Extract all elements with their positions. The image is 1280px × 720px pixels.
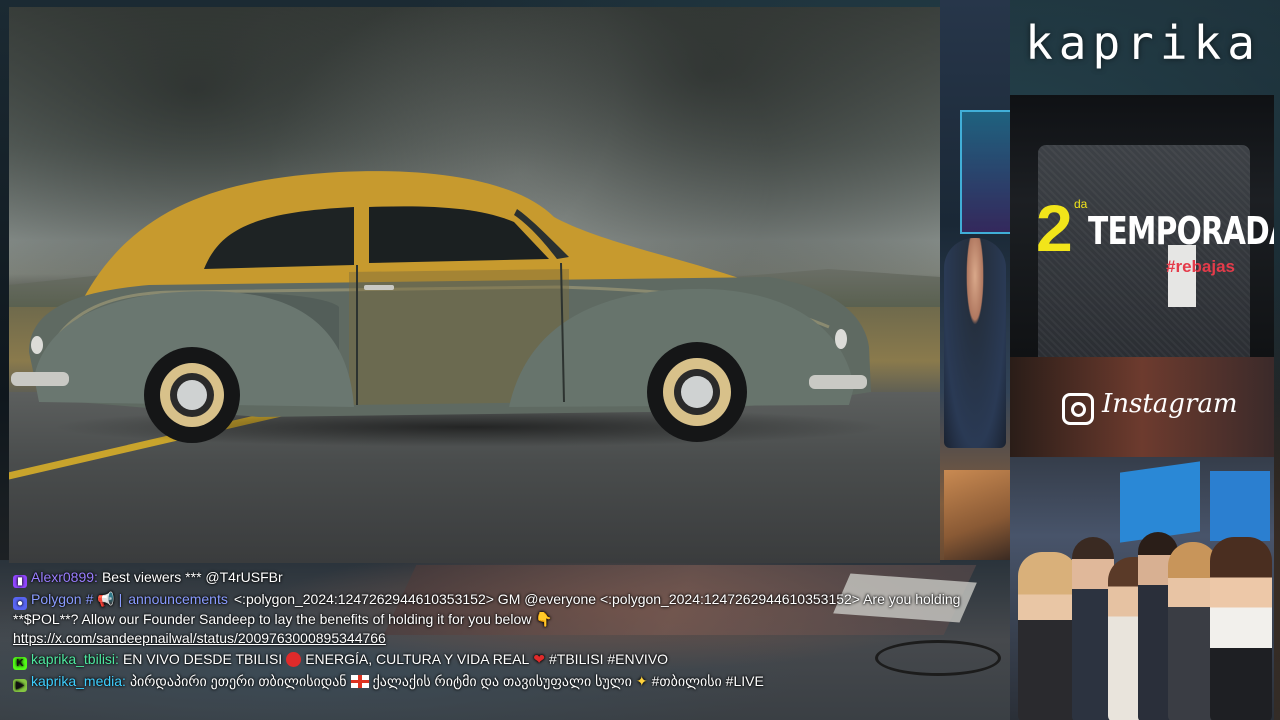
pointing-down-emoji: 👇 [535,611,553,627]
rumble-icon: ▶ [13,679,27,692]
instagram-icon [1062,393,1094,425]
instagram-panel[interactable]: Instagram [1010,357,1274,457]
chat-overlay: ▮ Alexr0899: Best viewers *** @T4rUSFBr ● P… [13,568,1003,694]
georgia-flag-icon [350,675,369,688]
background-figure-lower [944,470,1010,560]
main-video-player[interactable] [9,7,940,563]
chat-message: ▮ Alexr0899: Best viewers *** @T4rUSFBr [13,568,1003,588]
brand-logo: kaprika [1025,16,1261,70]
chat-text: ქალაქის რიტმი და თავისუფალი სული [372,673,632,689]
background-figure [944,238,1006,448]
chat-text: #თბილისი #LIVE [651,673,764,689]
chat-text: EN VIVO DESDE TBILISI [122,651,283,667]
person [1018,552,1078,720]
twitch-icon: ▮ [13,575,27,588]
chat-username: kaprika_tbilisi: [31,651,119,667]
heart-icon: ❤ [533,651,545,667]
instagram-label: Instagram [1102,389,1238,419]
event-screen [1120,461,1200,543]
discord-icon: ● [13,597,27,610]
chat-link[interactable]: https://x.com/sandeepnailwal/status/2009… [13,630,386,646]
chat-text: Best viewers *** @T4rUSFBr [101,569,283,585]
chat-text: #TBILISI #ENVIVO [549,651,669,667]
event-screen-right [1210,471,1270,541]
chat-message: ▶ kaprika_media: პირდაპირი ეთერი თბილისიდა… [13,672,1003,692]
chat-channel: announcements [128,591,228,607]
vintage-car [11,171,871,443]
season-sale-ad[interactable]: 2 da TEMPORADA! #rebajas [1010,95,1274,357]
ad-word: TEMPORADA! [1088,209,1274,253]
chat-text: ENERGÍA, CULTURA Y VIDA REAL [305,651,530,667]
chat-username: Polygon [31,591,82,607]
chat-channel-prefix: # 📢 | [85,591,123,607]
person [1210,537,1272,720]
chat-username: kaprika_media: [31,673,126,689]
red-circle-icon [286,652,302,667]
chat-username: Alexr0899: [31,569,98,585]
neon-sign [960,110,1012,234]
chat-message: ● Polygon # 📢 | announcements <:polygon_2024… [13,590,1003,648]
kick-icon: K [13,657,27,670]
chat-text: პირდაპირი ეთერი თბილისიდან [129,673,347,689]
chat-message: Kkaprika_tbilisi: EN VIVO DESDE TBILISI EN… [13,650,1003,670]
ad-headline: 2 da TEMPORADA! #rebajas [1036,195,1274,276]
ad-superscript: da [1074,197,1088,211]
ad-number: 2 [1036,191,1073,265]
ad-hashtag: #rebajas [1166,257,1235,276]
team-photo [1010,457,1274,720]
sparkles-icon: ✦ [635,673,648,689]
